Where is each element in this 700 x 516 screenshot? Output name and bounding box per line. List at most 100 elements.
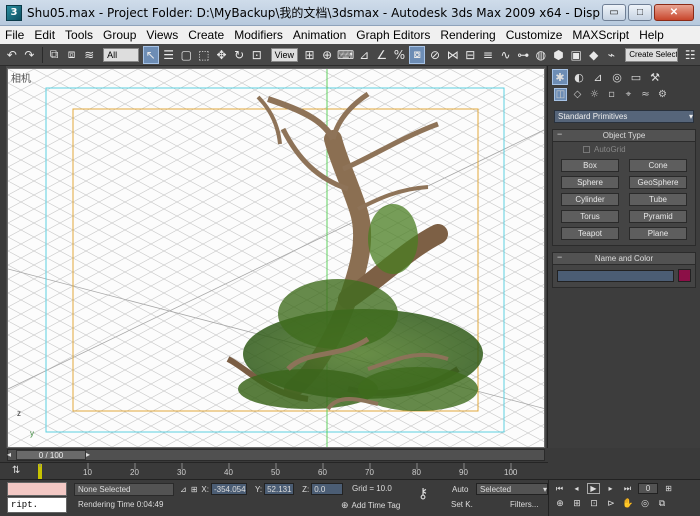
menu-help[interactable]: Help <box>634 28 669 42</box>
autogrid-checkbox[interactable] <box>583 146 590 153</box>
menu-tools[interactable]: Tools <box>60 28 98 42</box>
zoom-icon[interactable]: ⊕ <box>553 498 567 510</box>
menu-edit[interactable]: Edit <box>29 28 60 42</box>
select-by-name-icon[interactable]: ☰ <box>161 46 177 64</box>
time-slider-thumb[interactable]: 0 / 100 <box>16 450 86 460</box>
menu-graph-editors[interactable]: Graph Editors <box>351 28 435 42</box>
reference-coordinate-select[interactable]: View <box>270 47 298 62</box>
menu-animation[interactable]: Animation <box>288 28 351 42</box>
material-editor-icon[interactable]: ◍ <box>533 46 549 64</box>
space-warps-icon[interactable]: ≈ <box>639 88 652 101</box>
geometry-icon[interactable]: ◫ <box>554 88 567 101</box>
field-of-view-icon[interactable]: ⊳ <box>604 498 618 510</box>
selection-filter-select[interactable]: All <box>103 47 139 62</box>
window-crossing-icon[interactable]: ⬚ <box>196 46 212 64</box>
viewport-label[interactable]: 相机 <box>11 70 31 85</box>
go-to-end-icon[interactable]: ⏭ <box>621 483 634 494</box>
zoom-extents-icon[interactable]: ⊡ <box>587 498 601 510</box>
render-setup-icon[interactable]: ⬢ <box>551 46 567 64</box>
select-rotate-icon[interactable]: ↻ <box>231 46 247 64</box>
key-filters-button[interactable]: Filters... <box>510 500 538 509</box>
zoom-all-icon[interactable]: ⊞ <box>570 498 584 510</box>
menu-views[interactable]: Views <box>141 28 183 42</box>
pyramid-button[interactable]: Pyramid <box>629 210 687 223</box>
slider-right-arrow-icon[interactable]: ▸ <box>86 450 90 459</box>
lights-icon[interactable]: ☼ <box>588 88 601 101</box>
toolbar-overflow-icon[interactable]: ☷ <box>682 46 698 64</box>
time-config-icon[interactable]: ⊞ <box>662 483 675 494</box>
menu-customize[interactable]: Customize <box>501 28 568 42</box>
cameras-icon[interactable]: ▫ <box>605 88 618 101</box>
undo-icon[interactable]: ↶ <box>4 46 20 64</box>
shapes-icon[interactable]: ◇ <box>571 88 584 101</box>
modify-tab-icon[interactable]: ◐ <box>571 69 587 85</box>
menu-modifiers[interactable]: Modifiers <box>229 28 288 42</box>
unlink-icon[interactable]: ⧈ <box>64 46 80 64</box>
geosphere-button[interactable]: GeoSphere <box>629 176 687 189</box>
close-button[interactable]: ✕ <box>654 4 694 21</box>
select-scale-icon[interactable]: ⊡ <box>249 46 265 64</box>
menu-create[interactable]: Create <box>183 28 229 42</box>
set-key-icon[interactable]: ⚷ <box>418 486 428 502</box>
select-move-icon[interactable]: ✥ <box>214 46 230 64</box>
motion-tab-icon[interactable]: ◎ <box>609 69 625 85</box>
utilities-tab-icon[interactable]: ⚒ <box>647 69 663 85</box>
next-frame-icon[interactable]: ▸ <box>604 483 617 494</box>
x-coordinate-field[interactable]: -354.054 <box>210 483 247 495</box>
object-type-rollout-header[interactable]: − Object Type <box>553 129 695 142</box>
go-to-start-icon[interactable]: ⏮ <box>553 483 566 494</box>
plane-button[interactable]: Plane <box>629 227 687 240</box>
tube-button[interactable]: Tube <box>629 193 687 206</box>
pivot-center-icon[interactable]: ⊞ <box>302 46 318 64</box>
extended-render-icon[interactable]: ⌁ <box>604 46 620 64</box>
y-coordinate-field[interactable]: 52.131 <box>264 483 295 495</box>
curve-editor-icon[interactable]: ∿ <box>498 46 514 64</box>
redo-icon[interactable]: ↷ <box>22 46 38 64</box>
keyboard-shortcut-icon[interactable]: ⌨ <box>337 46 354 64</box>
z-coordinate-field[interactable]: 0.0 <box>311 483 344 495</box>
set-key-button[interactable]: Set K. <box>451 500 473 509</box>
spinner-snap-icon[interactable]: ⧇ <box>409 45 426 64</box>
primitive-category-select[interactable]: Standard Primitives ▾ <box>554 110 694 123</box>
3dsmax-app-icon[interactable]: 3 <box>6 4 22 21</box>
minimize-button[interactable]: ▭ <box>602 4 626 21</box>
slider-left-arrow-icon[interactable]: ◂ <box>7 450 11 459</box>
edit-named-selection-icon[interactable]: ⊘ <box>427 46 443 64</box>
snaps-toggle-icon[interactable]: ⊿ <box>356 46 372 64</box>
torus-button[interactable]: Torus <box>561 210 619 223</box>
angle-snap-icon[interactable]: ∠ <box>374 46 390 64</box>
menu-group[interactable]: Group <box>98 28 141 42</box>
hierarchy-tab-icon[interactable]: ⊿ <box>590 69 606 85</box>
maxscript-listener-input[interactable]: ript. <box>7 497 67 513</box>
layer-manager-icon[interactable]: ≡ <box>480 46 496 64</box>
menu-rendering[interactable]: Rendering <box>435 28 500 42</box>
helpers-icon[interactable]: ⌖ <box>622 88 635 101</box>
systems-icon[interactable]: ⚙ <box>656 88 669 101</box>
camera-viewport[interactable]: 相机 z y <box>7 68 545 448</box>
display-tab-icon[interactable]: ▭ <box>628 69 644 85</box>
rectangular-selection-icon[interactable]: ▢ <box>178 46 194 64</box>
select-manipulate-icon[interactable]: ⊕ <box>319 46 335 64</box>
auto-key-button[interactable]: Auto <box>452 485 468 494</box>
time-slider[interactable]: ◂ 0 / 100 ▸ <box>7 449 545 461</box>
orbit-icon[interactable]: ◎ <box>638 498 652 510</box>
autogrid-toggle[interactable]: AutoGrid <box>553 142 695 156</box>
previous-frame-icon[interactable]: ◂ <box>570 483 583 494</box>
track-bar[interactable]: ⇅ 10 20 30 40 50 60 70 80 90 100 <box>0 462 548 479</box>
quick-render-icon[interactable]: ◆ <box>586 46 602 64</box>
menu-maxscript[interactable]: MAXScript <box>567 28 634 42</box>
current-frame-field[interactable]: 0 <box>638 483 658 494</box>
named-selection-set-select[interactable]: Create Selection Se <box>625 47 679 62</box>
cylinder-button[interactable]: Cylinder <box>561 193 619 206</box>
name-and-color-rollout-header[interactable]: − Name and Color <box>553 252 695 265</box>
rendered-frame-icon[interactable]: ▣ <box>568 46 584 64</box>
mirror-icon[interactable]: ⋈ <box>445 46 461 64</box>
menu-file[interactable]: File <box>0 28 29 42</box>
box-button[interactable]: Box <box>561 159 619 172</box>
bind-space-warp-icon[interactable]: ≋ <box>81 46 97 64</box>
select-object-icon[interactable]: ↖ <box>142 45 159 64</box>
maxscript-listener-output[interactable] <box>7 482 67 496</box>
key-filter-select[interactable]: Selected ▾ <box>476 483 548 495</box>
sphere-button[interactable]: Sphere <box>561 176 619 189</box>
object-color-swatch[interactable] <box>678 269 691 282</box>
